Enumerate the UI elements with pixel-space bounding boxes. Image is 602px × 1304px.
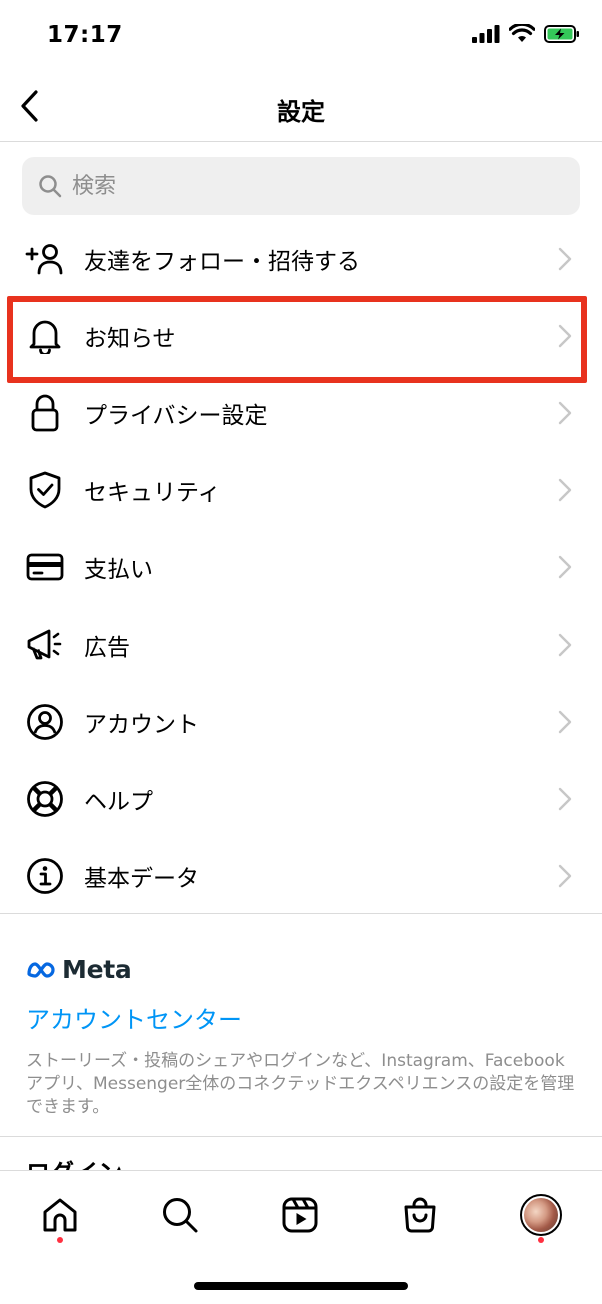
profile-notification-dot — [538, 1237, 544, 1243]
shop-icon — [404, 1197, 436, 1233]
page-title: 設定 — [277, 98, 325, 126]
lifebuoy-icon — [25, 779, 65, 819]
chevron-right-icon — [558, 324, 572, 347]
status-icons — [472, 22, 580, 47]
home-icon — [43, 1198, 77, 1232]
meta-description: ストーリーズ・投稿のシェアやログインなど、Instagram、Facebookア… — [26, 1051, 575, 1117]
menu-item-privacy[interactable]: プライバシー設定 — [0, 374, 602, 451]
menu-item-label: 友達をフォロー・招待する — [84, 248, 360, 275]
battery-charging-icon — [544, 24, 580, 47]
search-field[interactable] — [22, 157, 580, 215]
meta-brand: Meta — [62, 955, 132, 984]
add-person-icon — [25, 239, 65, 279]
tab-shop[interactable] — [390, 1187, 450, 1243]
reels-icon — [282, 1197, 318, 1233]
home-indicator — [194, 1282, 408, 1290]
account-circle-icon — [25, 702, 65, 742]
chevron-right-icon — [558, 633, 572, 656]
megaphone-icon — [25, 625, 65, 665]
chevron-right-icon — [558, 401, 572, 425]
menu-item-label: アカウント — [84, 711, 199, 738]
chevron-right-icon — [558, 710, 572, 733]
account-center-link[interactable]: アカウントセンター — [26, 1000, 242, 1035]
menu-item-label: 支払い — [84, 557, 153, 584]
menu-item-ads[interactable]: 広告 — [0, 606, 602, 683]
bell-icon — [25, 316, 65, 356]
menu-item-label: プライバシー設定 — [84, 402, 268, 429]
tab-search[interactable] — [150, 1187, 210, 1243]
menu-item-label: ヘルプ — [84, 788, 153, 815]
section-divider — [0, 1136, 602, 1137]
menu-item-follow-invite[interactable]: 友達をフォロー・招待する — [0, 220, 602, 297]
menu-item-label: セキュリティ — [84, 480, 221, 507]
menu-item-label: お知らせ — [84, 325, 176, 352]
tab-reels[interactable] — [270, 1187, 330, 1243]
home-notification-dot — [57, 1237, 63, 1243]
tab-home[interactable] — [30, 1187, 90, 1243]
info-icon — [25, 856, 65, 896]
meta-logo: Meta — [26, 955, 132, 984]
search-icon — [163, 1198, 198, 1233]
chevron-right-icon — [558, 787, 572, 811]
settings-menu: 友達をフォロー・招待する お知らせ プライバシー設定 セキュリティ 支払い 広告… — [0, 220, 602, 915]
wifi-icon — [508, 22, 536, 47]
chevron-right-icon — [558, 556, 572, 579]
menu-item-label: 基本データ — [84, 866, 199, 893]
credit-card-icon — [25, 547, 65, 587]
avatar — [520, 1194, 562, 1236]
menu-item-label: 広告 — [84, 634, 130, 661]
menu-item-payments[interactable]: 支払い — [0, 529, 602, 606]
lock-icon — [25, 393, 65, 433]
shield-check-icon — [25, 470, 65, 510]
signal-icon — [472, 24, 500, 47]
menu-item-help[interactable]: ヘルプ — [0, 760, 602, 837]
nav-bar: 設定 — [0, 74, 602, 142]
chevron-right-icon — [558, 864, 572, 888]
menu-item-security[interactable]: セキュリティ — [0, 452, 602, 529]
meta-infinity-icon — [27, 961, 55, 978]
status-bar: 17:17 — [0, 0, 602, 74]
tab-profile[interactable] — [511, 1187, 571, 1243]
chevron-right-icon — [558, 478, 572, 502]
chevron-right-icon — [558, 247, 572, 270]
search-icon — [39, 175, 62, 198]
section-divider — [0, 913, 602, 914]
search-input[interactable] — [72, 173, 552, 199]
status-time: 17:17 — [47, 22, 123, 48]
menu-item-about[interactable]: 基本データ — [0, 838, 602, 915]
menu-item-notifications[interactable]: お知らせ — [0, 297, 602, 374]
menu-item-account[interactable]: アカウント — [0, 683, 602, 760]
